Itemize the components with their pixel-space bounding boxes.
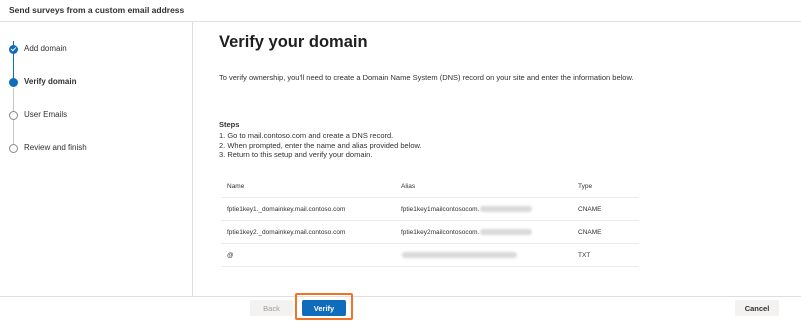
record-name: fptie1key1._domainkey.mail.contoso.com [227, 206, 346, 213]
step-label: User Emails [24, 110, 68, 119]
record-name: fptie1key2._domainkey.mail.contoso.com [227, 229, 346, 236]
pending-step-icon [9, 111, 18, 120]
column-header-alias: Alias [401, 183, 416, 190]
wizard-title: Send surveys from a custom email address [9, 5, 185, 15]
wizard-footer: Back Verify Cancel [0, 293, 801, 321]
wizard-header: Send surveys from a custom email address [0, 0, 801, 22]
redacted-text [480, 229, 533, 236]
intro-text: To verify ownership, you'll need to crea… [219, 73, 634, 82]
steps-sidebar: Add domain Verify domain User Emails Rev… [0, 22, 193, 296]
column-header-name: Name [227, 183, 245, 190]
page-title: Verify your domain [219, 33, 368, 51]
step-verify-domain[interactable]: Verify domain [0, 74, 190, 90]
pending-step-icon [9, 144, 18, 153]
table-row: @ TXT [221, 244, 639, 267]
table-header-row: Name Alias Type [221, 175, 639, 198]
record-alias: fptie1key1mailcontosocom. [401, 206, 533, 213]
current-step-icon [9, 78, 18, 87]
step-label: Review and finish [24, 143, 87, 152]
table-row: fptie1key2._domainkey.mail.contoso.com f… [221, 221, 639, 244]
step-add-domain[interactable]: Add domain [0, 41, 190, 57]
record-alias: fptie1key2mailcontosocom. [401, 229, 533, 236]
cancel-button[interactable]: Cancel [735, 300, 779, 316]
step-review-and-finish[interactable]: Review and finish [0, 140, 190, 156]
table-row: fptie1key1._domainkey.mail.contoso.com f… [221, 198, 639, 221]
step-label: Verify domain [24, 77, 77, 86]
record-name: @ [227, 252, 234, 259]
record-type: CNAME [578, 229, 602, 236]
record-type: CNAME [578, 206, 602, 213]
step-label: Add domain [24, 44, 67, 53]
checkmark-icon [9, 45, 18, 54]
record-type: TXT [578, 252, 591, 259]
steps-list: 1. Go to mail.contoso.com and create a D… [219, 131, 422, 160]
column-header-type: Type [578, 183, 593, 190]
step-instruction: 1. Go to mail.contoso.com and create a D… [219, 131, 394, 140]
steps-heading: Steps [219, 120, 240, 129]
redacted-text [402, 252, 517, 259]
step-user-emails[interactable]: User Emails [0, 107, 190, 123]
main-panel: Verify your domain To verify ownership, … [194, 22, 801, 296]
back-button[interactable]: Back [250, 300, 293, 316]
step-instruction: 3. Return to this setup and verify your … [219, 150, 373, 159]
step-instruction: 2. When prompted, enter the name and ali… [219, 140, 422, 150]
verify-button[interactable]: Verify [302, 300, 346, 316]
record-alias [401, 252, 517, 259]
redacted-text [480, 206, 533, 213]
